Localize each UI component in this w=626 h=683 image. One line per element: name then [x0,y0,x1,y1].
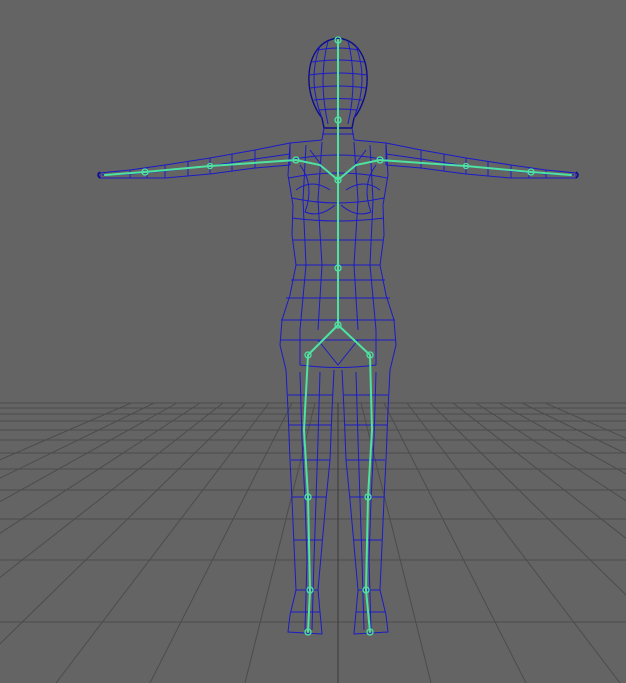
ground-grid [0,402,626,683]
3d-viewport[interactable] [0,0,626,683]
viewport-canvas[interactable] [0,0,626,683]
